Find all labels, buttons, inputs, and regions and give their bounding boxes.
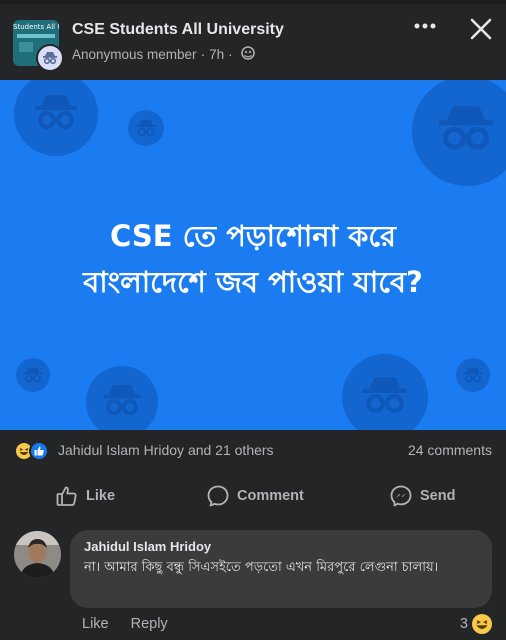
post-actions: Like Comment Send	[0, 474, 506, 516]
reaction-icons[interactable]	[14, 441, 54, 461]
messenger-icon	[390, 485, 412, 507]
decorative-anonymous-icon	[412, 80, 506, 186]
post-meta: Anonymous member · 7h ·	[72, 46, 255, 63]
close-icon[interactable]	[468, 16, 494, 42]
comment-like-button[interactable]: Like	[82, 616, 109, 632]
comment-button-label: Comment	[237, 488, 304, 504]
decorative-anonymous-icon	[16, 358, 50, 392]
reactors-summary[interactable]: Jahidul Islam Hridoy and 21 others	[58, 442, 274, 458]
group-name-link[interactable]: CSE Students All University	[72, 21, 284, 39]
decorative-anonymous-icon	[456, 358, 490, 392]
decorative-anonymous-icon	[86, 366, 158, 430]
group-avatar-text: Students All Univ	[13, 23, 59, 31]
comment-reactions[interactable]: 3	[460, 614, 492, 634]
group-privacy-icon	[240, 46, 255, 63]
comment-reaction-count: 3	[459, 616, 468, 632]
group-avatar-stripe	[17, 34, 55, 38]
more-options-icon[interactable]	[411, 16, 439, 36]
send-button-label: Send	[420, 488, 456, 504]
comment-bubble-icon	[207, 485, 229, 507]
banner-line-2: বাংলাদেশে জব পাওয়া যাবে?	[83, 265, 423, 299]
post-header: Students All Univ CSE Students All Unive…	[0, 4, 506, 80]
reactions-bar: Jahidul Islam Hridoy and 21 others 24 co…	[0, 430, 506, 470]
comment-author-link[interactable]: Jahidul Islam Hridoy	[84, 539, 211, 554]
haha-icon	[472, 614, 492, 634]
meta-separator: ·	[200, 47, 206, 62]
author-name: Anonymous member	[72, 47, 197, 62]
decorative-anonymous-icon	[14, 80, 98, 156]
banner-line-1: CSE তে পড়াশোনা করে	[110, 219, 396, 253]
like-button[interactable]: Like	[55, 482, 115, 510]
like-button-label: Like	[86, 488, 116, 504]
post-banner: CSE তে পড়াশোনা করে বাংলাদেশে জব পাওয়া …	[0, 80, 506, 430]
decorative-anonymous-icon	[128, 110, 164, 146]
decorative-anonymous-icon	[342, 354, 428, 430]
comments-count[interactable]: 24 comments	[408, 442, 492, 458]
post-time[interactable]: 7h	[209, 47, 224, 62]
comment-bubble: Jahidul Islam Hridoy না। আমার কিছু বন্ধু…	[70, 530, 492, 608]
meta-separator-2: ·	[228, 47, 233, 62]
commenter-avatar[interactable]	[14, 531, 61, 578]
banner-text: CSE তে পড়াশোনা করে বাংলাদেশে জব পাওয়া …	[0, 213, 506, 305]
group-avatar-graphic	[19, 42, 33, 52]
comment-actions: Like Reply	[82, 616, 190, 632]
anonymous-member-icon	[36, 44, 64, 72]
thumbs-up-icon	[56, 486, 77, 506]
like-icon	[29, 441, 49, 461]
comment-reply-button[interactable]: Reply	[131, 616, 168, 632]
comment-text: না। আমার কিছু বন্ধু সিএসইতে পড়তো এখন মি…	[84, 560, 439, 575]
send-button[interactable]: Send	[389, 482, 455, 510]
comment-button[interactable]: Comment	[206, 482, 304, 510]
